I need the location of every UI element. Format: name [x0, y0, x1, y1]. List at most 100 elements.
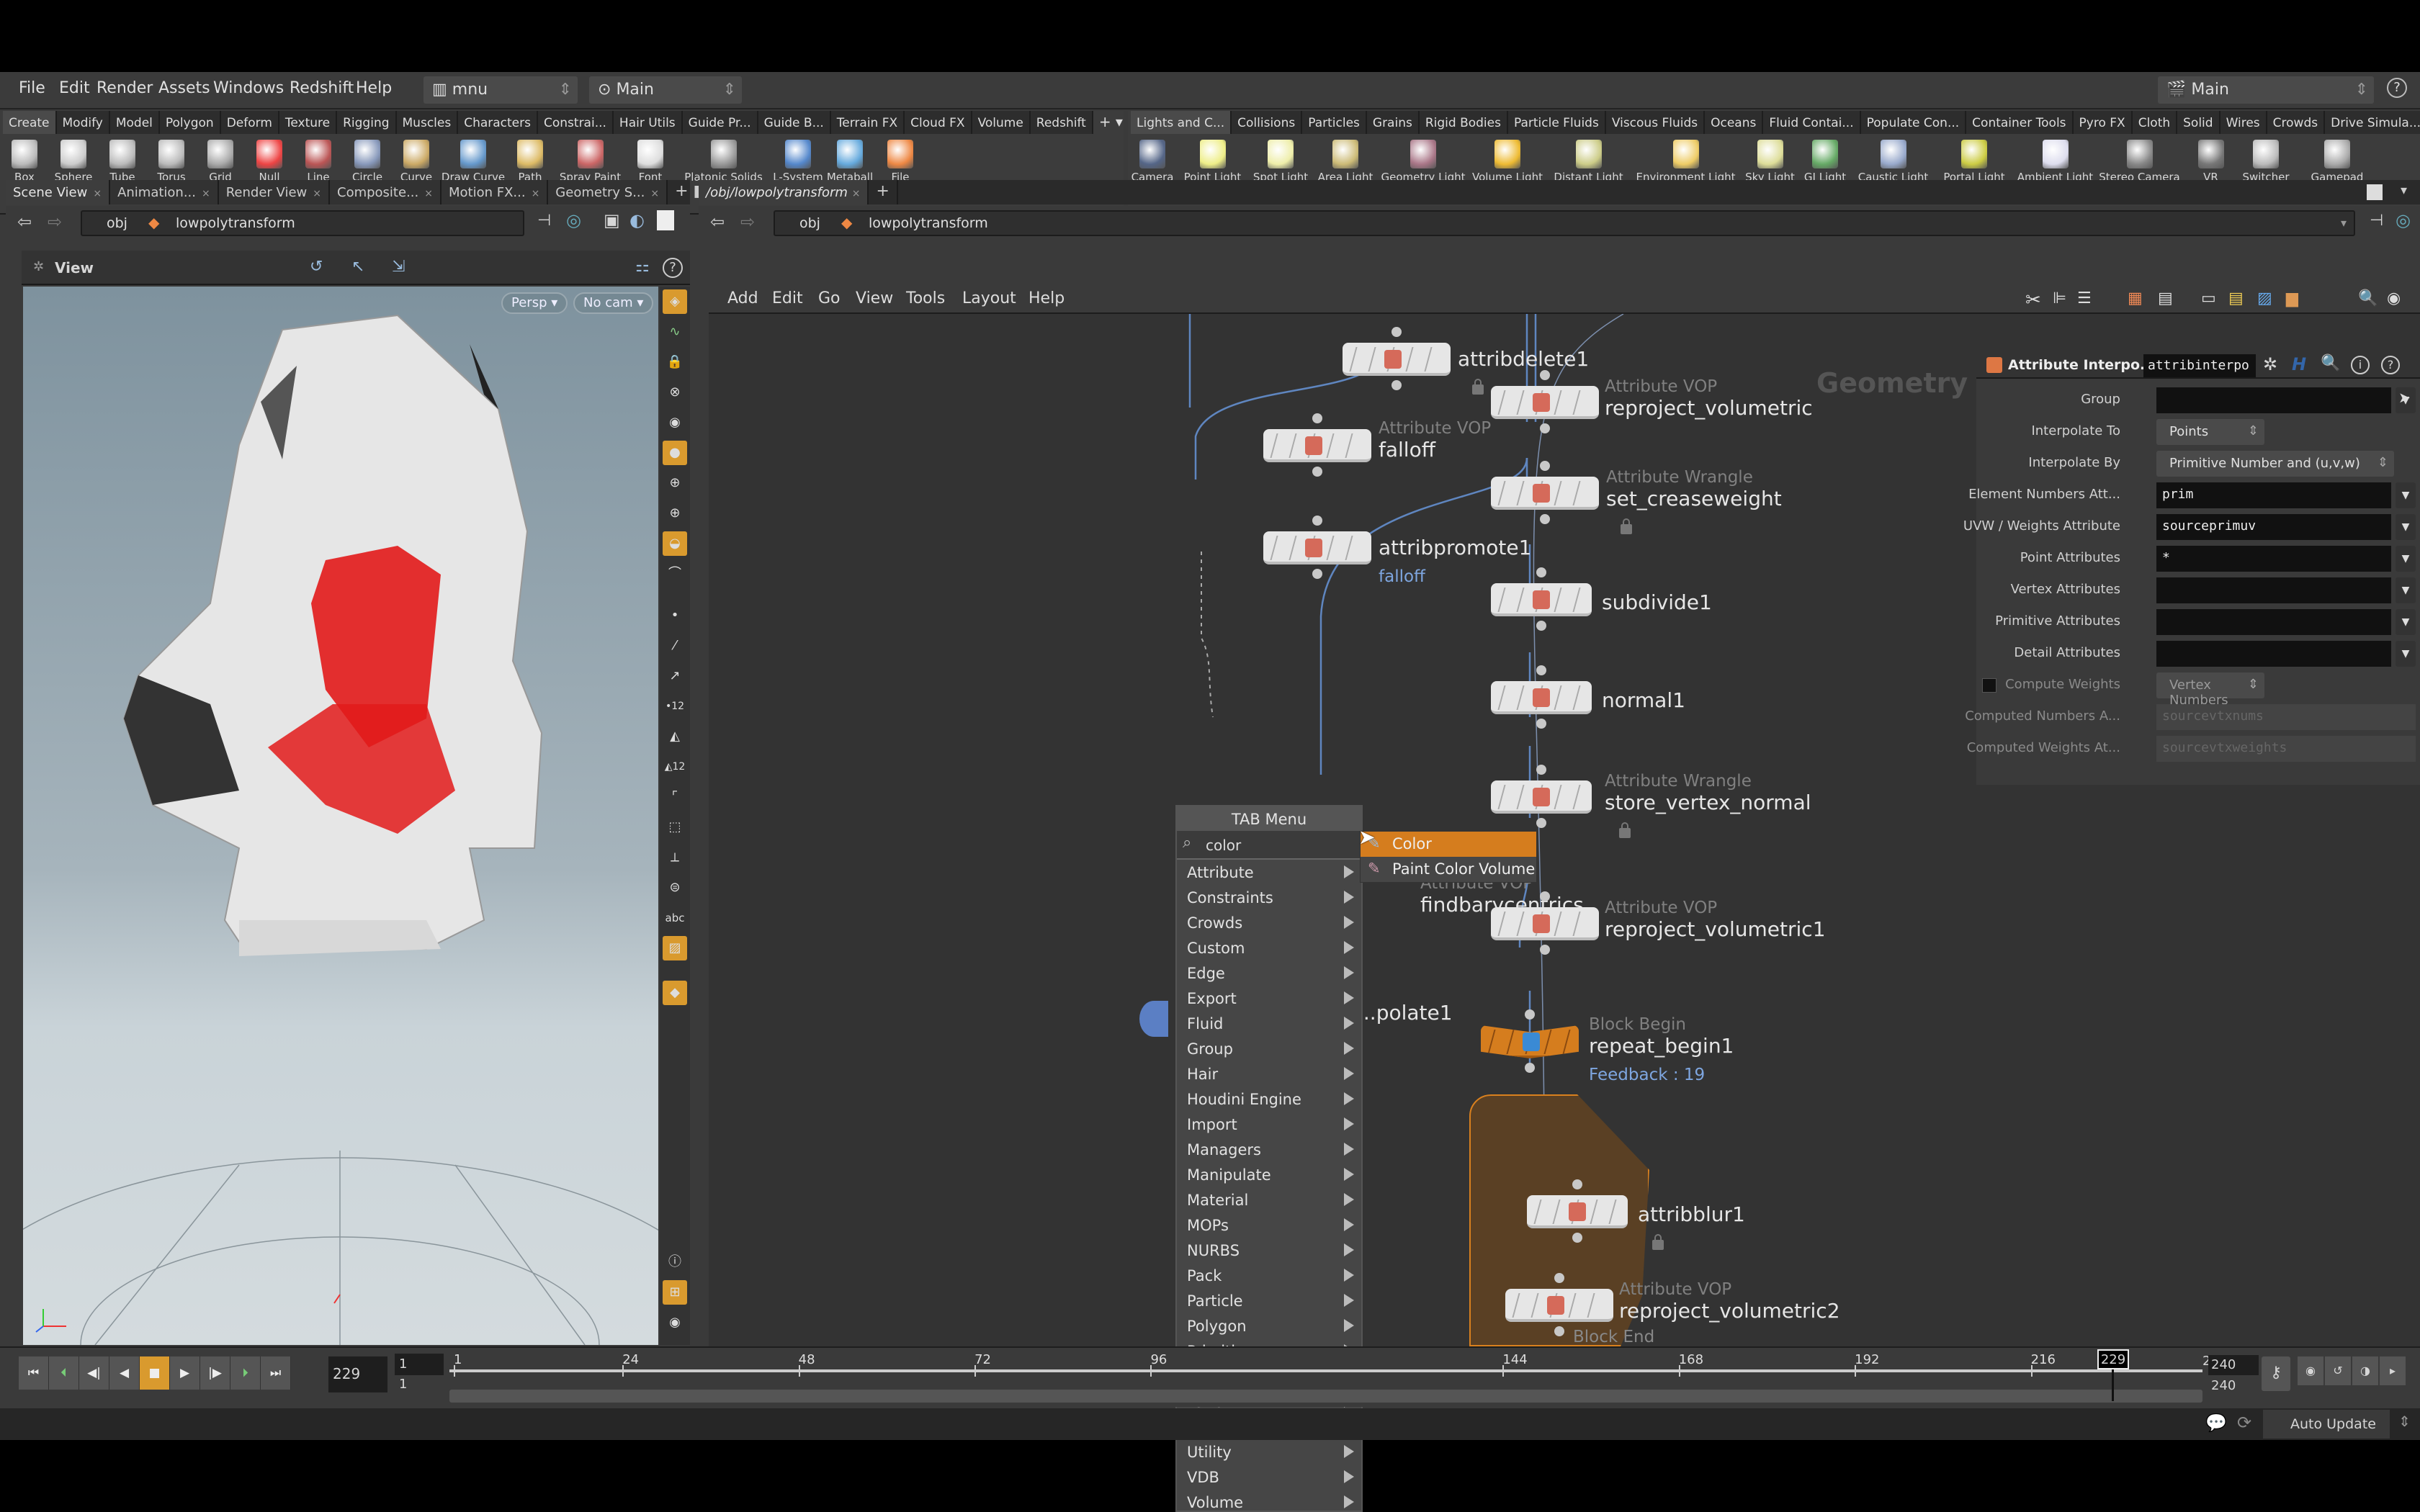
node-subdivide1[interactable]	[1491, 583, 1592, 616]
close-icon[interactable]: ×	[424, 188, 433, 199]
end-frame-field[interactable]: 240	[2208, 1355, 2259, 1375]
forward-arrow-icon[interactable]: ⇨	[740, 212, 755, 232]
node-name[interactable]: attribblur1	[1638, 1202, 1745, 1226]
node-input-connector[interactable]	[1554, 1273, 1564, 1283]
help-icon[interactable]: ?	[663, 258, 683, 278]
eye-icon[interactable]: ◉	[2387, 289, 2401, 307]
network-context-selector[interactable]: ⊙ Main ⇕	[589, 76, 742, 104]
shelf-tab-rigid-bodies[interactable]: Rigid Bodies	[1419, 111, 1508, 134]
node-input-connector[interactable]	[1392, 327, 1402, 337]
net-menu-view[interactable]: View	[856, 289, 893, 307]
node-attribdelete1[interactable]	[1343, 343, 1451, 376]
shelf-tab-redshift[interactable]: Redshift	[1030, 111, 1093, 134]
bbox-icon[interactable]: ⬚	[663, 815, 687, 840]
shelf-tab-container-tools[interactable]: Container Tools	[1966, 111, 2074, 134]
point-numbers-icon[interactable]: •12	[663, 694, 687, 719]
right-desktop-selector[interactable]: 🎬 Main ⇕	[2158, 76, 2374, 104]
shelf-tab-rigging[interactable]: Rigging	[337, 111, 397, 134]
node-input-connector[interactable]	[1536, 665, 1546, 675]
persp-menu-button[interactable]: Persp ▾	[501, 292, 568, 314]
close-icon[interactable]: ×	[202, 188, 210, 199]
node-output-connector[interactable]	[1312, 467, 1322, 477]
tab-menu-item-export[interactable]: Export	[1177, 986, 1361, 1011]
link-icon[interactable]: ◎	[2396, 210, 2411, 230]
search-icon[interactable]: 🔍	[2321, 354, 2340, 372]
playhead-frame-label[interactable]: 229	[2097, 1349, 2129, 1369]
add-tab-button[interactable]: +	[869, 180, 898, 204]
point-normal-icon[interactable]: ⁄	[663, 634, 687, 658]
background-image-icon[interactable]: ▨	[663, 936, 687, 960]
shelf-tab-guide-b[interactable]: Guide B...	[758, 111, 831, 134]
node-input-connector[interactable]	[1536, 765, 1546, 775]
sticky-note-icon[interactable]: ▤	[2228, 289, 2244, 307]
node-attribpromote1[interactable]	[1263, 531, 1371, 564]
lock-icon[interactable]	[1621, 518, 1632, 534]
ground-light-icon[interactable]: ⊕	[663, 501, 687, 526]
display-options-icon[interactable]: ⚏	[635, 258, 650, 276]
param-field-group[interactable]	[2156, 387, 2391, 413]
menu-edit[interactable]: Edit	[59, 79, 90, 97]
pane-menu-icon[interactable]: ▾	[2401, 183, 2407, 198]
node-reproject-volumetric1[interactable]	[1491, 907, 1599, 940]
node-input-connector[interactable]	[1572, 1179, 1582, 1189]
tab-menu-item-vdb[interactable]: VDB	[1177, 1464, 1361, 1490]
point-trail-icon[interactable]: ↗	[663, 664, 687, 688]
tab-menu-item-material[interactable]: Material	[1177, 1187, 1361, 1212]
node-input-connector[interactable]	[1525, 1009, 1535, 1020]
chevron-down-icon[interactable]: ▼	[2396, 546, 2416, 572]
jump-end-button[interactable]: ⏭	[261, 1356, 291, 1390]
tree-icon[interactable]: ⊫	[2053, 289, 2066, 307]
loop-icon[interactable]: ↺	[2325, 1356, 2351, 1385]
param-field-detail-attributes[interactable]	[2156, 641, 2391, 667]
close-icon[interactable]: ×	[93, 188, 102, 199]
shelf-tab-fluid-contai[interactable]: Fluid Contai...	[1763, 111, 1861, 134]
tab-menu-item-hair[interactable]: Hair	[1177, 1061, 1361, 1086]
close-icon[interactable]: ×	[313, 188, 321, 199]
node-output-connector[interactable]	[1536, 719, 1546, 729]
view-label[interactable]: View	[55, 259, 94, 276]
chevron-down-icon[interactable]: ▼	[2396, 641, 2416, 667]
realtime-icon[interactable]: ◉	[2298, 1356, 2323, 1385]
color-palette-icon[interactable]: ▦	[2128, 289, 2143, 307]
shelf-tab-create[interactable]: Create	[3, 111, 57, 134]
node-name[interactable]: reproject_volumetric	[1605, 396, 1813, 420]
result-color[interactable]: ✎ Color	[1361, 832, 1536, 857]
param-menu-compute-weights[interactable]: Vertex Numbers ⇕	[2156, 672, 2264, 708]
param-field-vertex-attributes[interactable]	[2156, 577, 2391, 603]
visibility-icon[interactable]: ⌒	[663, 562, 687, 586]
node-name[interactable]: reproject_volumetric1	[1605, 917, 1826, 941]
node-name-field[interactable]: attribinterpo	[2143, 354, 2256, 377]
light-icon[interactable]: ●	[663, 441, 687, 465]
shape-palette-icon[interactable]: ▤	[2158, 289, 2173, 307]
shelf-tab-cloth[interactable]: Cloth	[2132, 111, 2178, 134]
node-output-connector[interactable]	[1536, 818, 1546, 828]
tumble-tool-icon[interactable]: ↺	[310, 258, 323, 276]
param-menu-interpolate-by[interactable]: Primitive Number and (u,v,w) ⇕	[2156, 451, 2394, 477]
camera-view-icon[interactable]: ◆	[663, 981, 687, 1005]
path-node[interactable]: lowpolytransform	[869, 215, 988, 231]
list-icon[interactable]: ☰	[2077, 289, 2092, 307]
prim-normal-icon[interactable]: ◭	[663, 724, 687, 749]
shelf-tab-particles[interactable]: Particles	[1302, 111, 1367, 134]
node-reproject-volumetric[interactable]	[1491, 386, 1599, 419]
menu-render[interactable]: Render	[97, 79, 153, 97]
step-back-button[interactable]: ◀|	[79, 1356, 109, 1390]
node-input-connector[interactable]	[1312, 516, 1322, 526]
uv-icon[interactable]: ⊜	[663, 876, 687, 900]
chevron-down-icon[interactable]: ▼	[2396, 609, 2416, 635]
xray-icon[interactable]: ⊗	[663, 380, 687, 405]
prev-key-button[interactable]: ⏴	[49, 1356, 79, 1390]
menu-file[interactable]: File	[19, 79, 45, 97]
shelf-tab-characters[interactable]: Characters	[458, 111, 538, 134]
add-shelf-tab-button[interactable]: + ▾	[1093, 111, 1130, 134]
tab-menu-item-utility[interactable]: Utility	[1177, 1439, 1361, 1464]
key-icon[interactable]: ⚷	[2262, 1356, 2290, 1391]
scene-viewport[interactable]: Persp ▾ No cam ▾	[23, 287, 658, 1345]
info-icon[interactable]: i	[2351, 356, 2370, 374]
menu-help[interactable]: Help	[356, 79, 392, 97]
tab-menu-item-custom[interactable]: Custom	[1177, 935, 1361, 960]
view-menu-icon[interactable]: ✲	[33, 259, 44, 274]
shelf-tab-texture[interactable]: Texture	[279, 111, 338, 134]
playhead-line[interactable]	[2112, 1369, 2114, 1401]
partial-node[interactable]	[1139, 1001, 1168, 1037]
